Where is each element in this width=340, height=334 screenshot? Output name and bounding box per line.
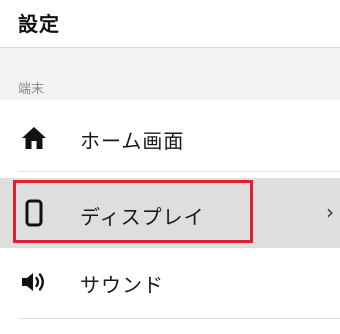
row-divider bbox=[18, 171, 340, 172]
settings-item-sound[interactable]: サウンド bbox=[0, 248, 340, 318]
settings-screen: 設定 端末 ホーム画面 ディスプレイ › サウンド bbox=[0, 0, 340, 334]
phone-outline-icon bbox=[20, 199, 48, 227]
home-icon bbox=[20, 124, 48, 152]
page-title: 設定 bbox=[18, 12, 60, 36]
section-label: 端末 bbox=[18, 82, 45, 97]
header: 設定 bbox=[0, 0, 340, 48]
chevron-right-icon: › bbox=[326, 200, 334, 224]
settings-item-label: ホーム画面 bbox=[80, 129, 185, 153]
settings-item-label: ディスプレイ bbox=[80, 205, 205, 229]
row-divider bbox=[18, 318, 340, 319]
settings-item-label: サウンド bbox=[80, 273, 164, 297]
section-header: 端末 bbox=[0, 48, 340, 100]
settings-item-display[interactable]: ディスプレイ › bbox=[0, 178, 340, 248]
settings-item-home-screen[interactable]: ホーム画面 bbox=[0, 104, 340, 172]
speaker-icon bbox=[20, 268, 48, 296]
